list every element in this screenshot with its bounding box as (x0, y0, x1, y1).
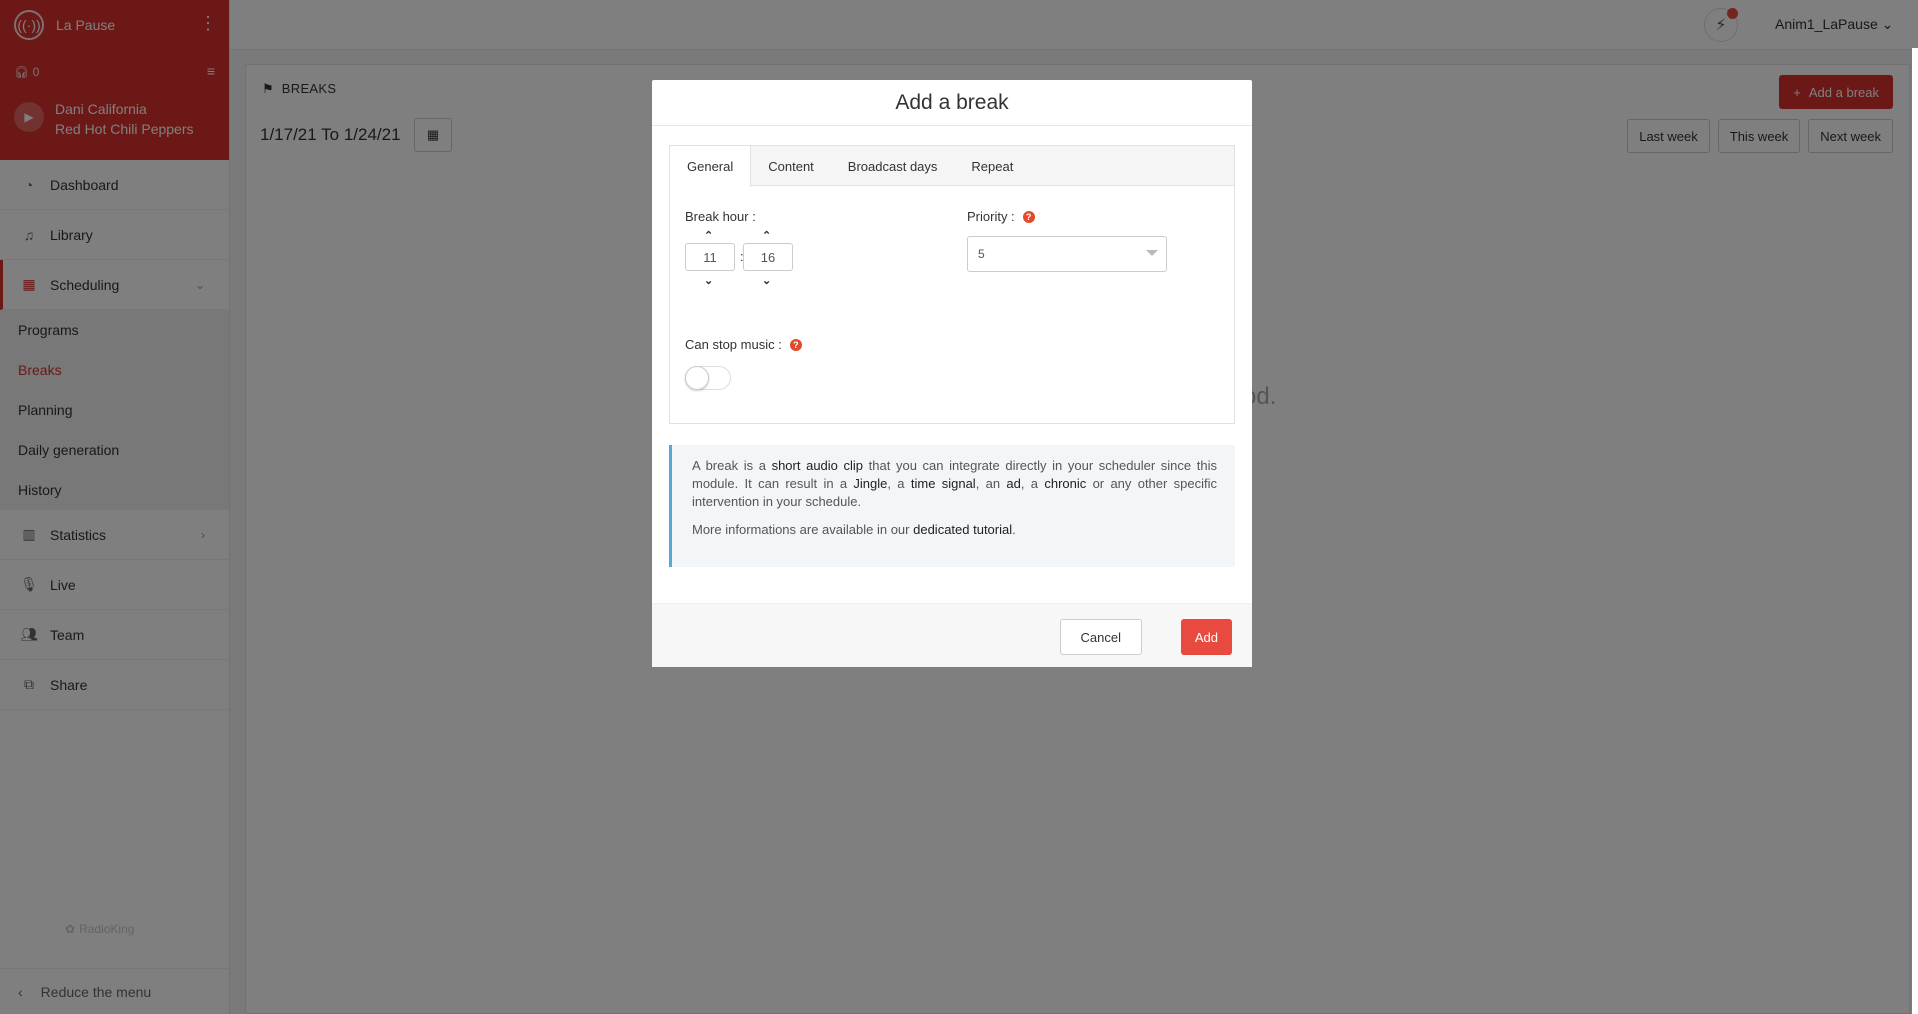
help-icon[interactable]: ? (789, 339, 802, 351)
info-highlight: Jingle (853, 476, 888, 491)
modal-footer: Cancel Add (652, 603, 1252, 667)
info-text: A break is a (692, 458, 772, 473)
info-paragraph-1: A break is a short audio clip that you c… (692, 457, 1217, 511)
add-button[interactable]: Add (1180, 619, 1232, 655)
info-highlight: short audio clip (771, 458, 864, 473)
hour-input[interactable]: 11 (685, 243, 735, 271)
tab-repeat[interactable]: Repeat (954, 146, 1030, 186)
minute-input[interactable]: 16 (743, 243, 793, 271)
minute-decrement-icon[interactable]: ⌄ (762, 274, 771, 287)
tutorial-link[interactable]: dedicated tutorial (913, 522, 1012, 537)
cancel-button[interactable]: Cancel (1059, 619, 1142, 655)
can-stop-music-text: Can stop music : (685, 337, 782, 352)
priority-label-text: Priority : (967, 209, 1015, 224)
info-paragraph-2: More informations are available in our d… (692, 521, 1217, 539)
help-icon[interactable]: ? (1022, 211, 1035, 223)
info-text: More informations are available in our (692, 522, 914, 537)
tab-content[interactable]: Content (751, 146, 831, 186)
tabs-container: General Content Broadcast days Repeat Br… (669, 145, 1235, 424)
info-highlight: ad (1006, 476, 1021, 491)
info-text: , a (1020, 476, 1045, 491)
priority-label: Priority :? (967, 209, 1035, 224)
add-break-modal: Add a break General Content Broadcast da… (652, 80, 1252, 667)
can-stop-music-label: Can stop music :? (685, 337, 802, 352)
tab-bar: General Content Broadcast days Repeat (670, 146, 1234, 187)
priority-select[interactable]: 5 (967, 236, 1167, 272)
priority-value: 5 (978, 247, 985, 261)
minute-increment-icon[interactable]: ⌃ (762, 229, 771, 242)
can-stop-music-toggle[interactable] (685, 366, 731, 390)
info-text: , a (887, 476, 911, 491)
info-highlight: chronic (1044, 476, 1087, 491)
break-hour-label: Break hour : (685, 209, 756, 224)
info-text: . (1012, 522, 1016, 537)
info-highlight: time signal (910, 476, 976, 491)
info-text: , an (975, 476, 1007, 491)
hour-decrement-icon[interactable]: ⌄ (704, 274, 713, 287)
caret-down-icon (1146, 250, 1158, 256)
scrollbar[interactable] (1912, 48, 1918, 1014)
info-box: A break is a short audio clip that you c… (669, 445, 1235, 567)
tab-broadcast-days[interactable]: Broadcast days (831, 146, 955, 186)
hour-increment-icon[interactable]: ⌃ (704, 229, 713, 242)
modal-title: Add a break (652, 80, 1252, 126)
tab-general[interactable]: General (670, 146, 752, 187)
toggle-knob (685, 366, 709, 390)
